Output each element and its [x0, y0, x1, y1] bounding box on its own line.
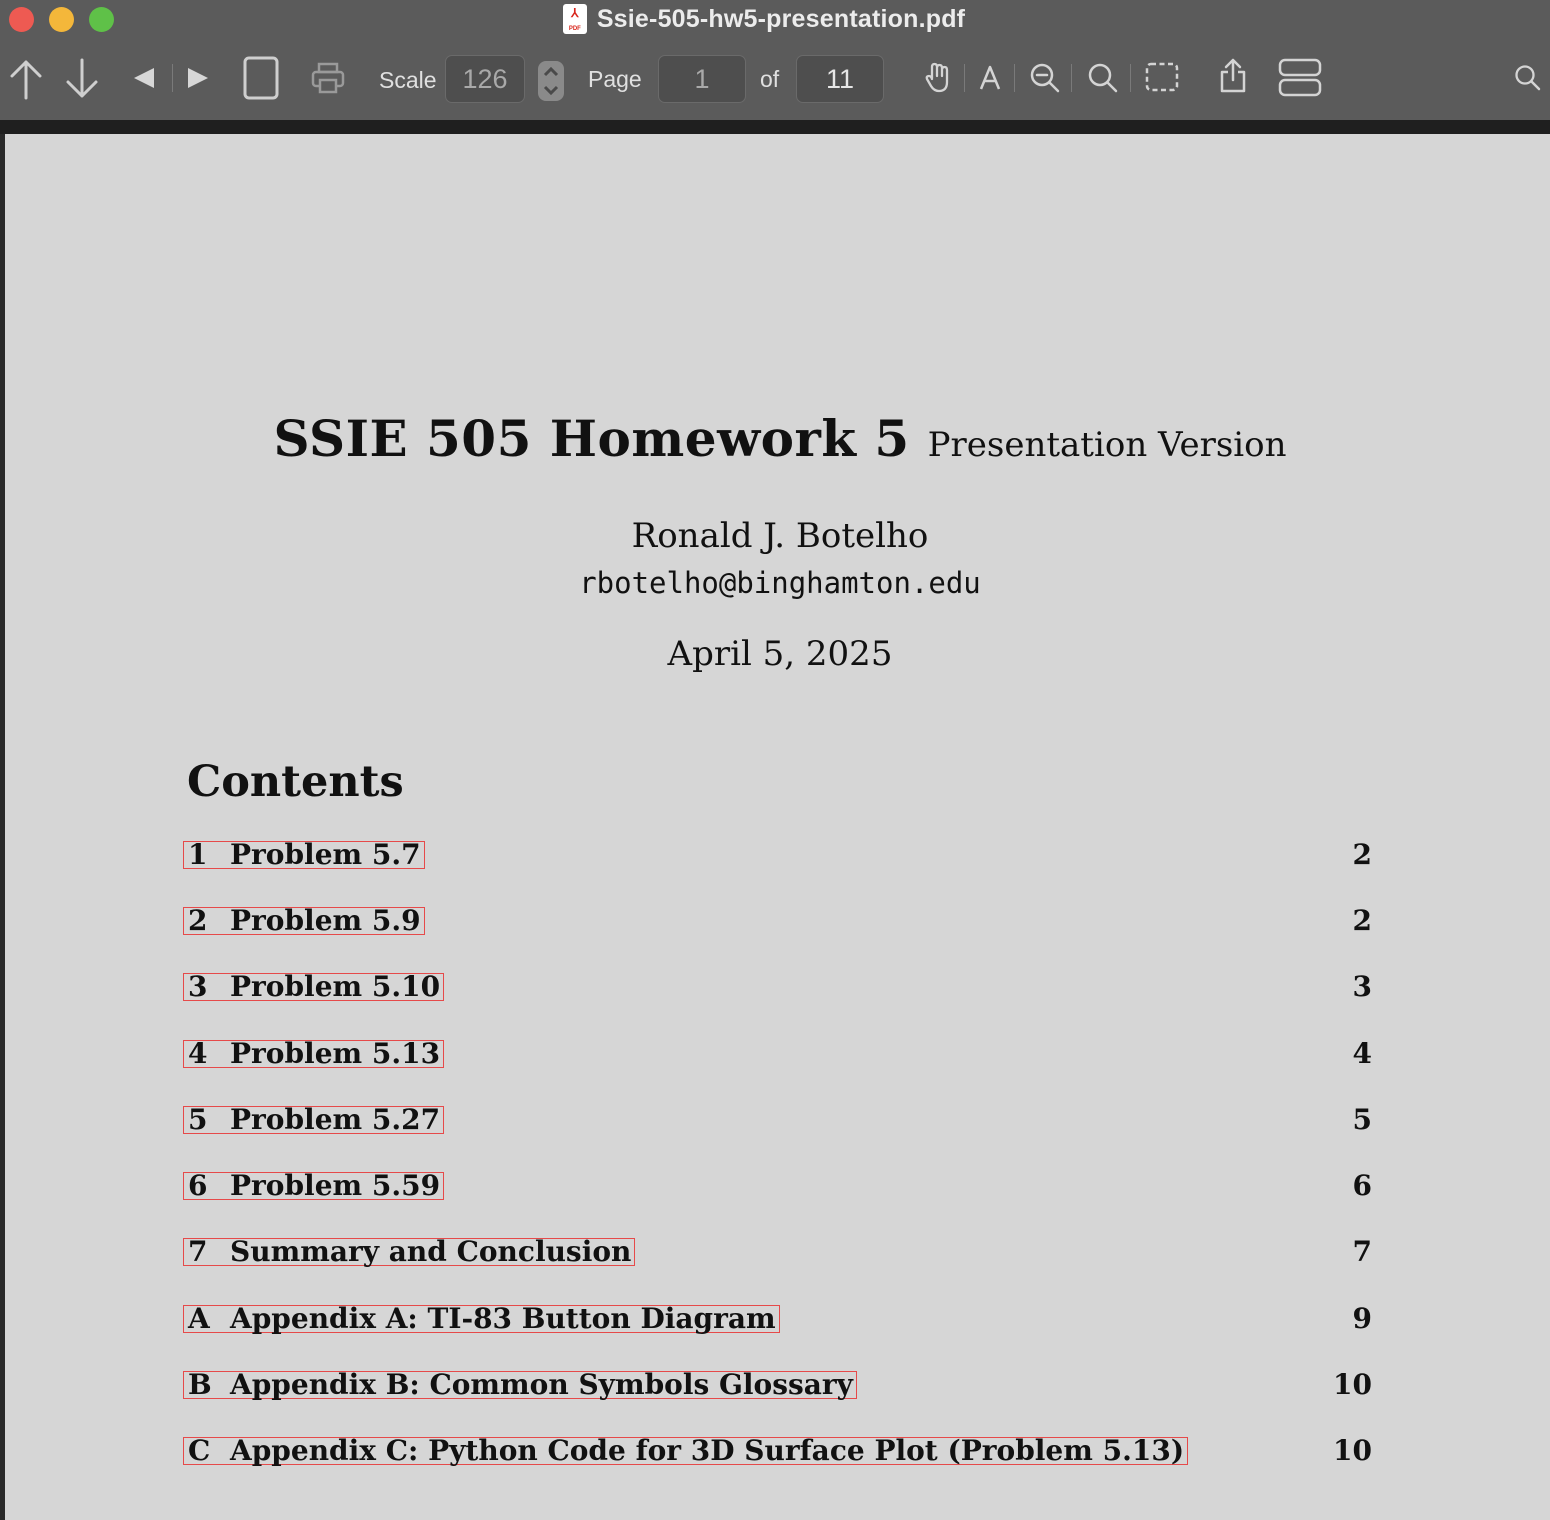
document-email: rbotelho@binghamton.edu	[579, 566, 981, 600]
pdf-file-icon: ⅄ PDF	[562, 4, 587, 34]
document-title: SSIE 505 Homework 5 Presentation Version	[5, 409, 1550, 468]
of-label: of	[760, 66, 780, 92]
share-icon[interactable]	[1218, 58, 1248, 94]
print-icon[interactable]	[311, 62, 345, 94]
document-author: Ronald J. Botelho	[631, 516, 929, 556]
toc-link[interactable]: 7 Summary and Conclusion	[183, 1238, 636, 1266]
toc-entry: 3 Problem 5.10 3	[5, 973, 1550, 1007]
toc-page-number: 2	[1352, 904, 1372, 937]
toolbar-divider	[0, 120, 1550, 134]
toc-entry: 2 Problem 5.9 2	[5, 907, 1550, 941]
pdf-page: SSIE 505 Homework 5 Presentation Version …	[5, 134, 1550, 1520]
page-label: Page	[588, 66, 642, 92]
toc-link[interactable]: 3 Problem 5.10	[183, 973, 445, 1001]
toc-page-number: 7	[1352, 1235, 1372, 1268]
toc-entry: C Appendix C: Python Code for 3D Surface …	[5, 1437, 1550, 1471]
toc-page-number: 6	[1352, 1169, 1372, 1202]
window-title: Ssie-505-hw5-presentation.pdf	[596, 4, 966, 33]
single-page-view-icon[interactable]	[243, 56, 279, 100]
toc-page-number: 10	[1333, 1434, 1372, 1467]
toc-link[interactable]: 6 Problem 5.59	[183, 1172, 445, 1200]
toc-entry: B Appendix B: Common Symbols Glossary 10	[5, 1371, 1550, 1405]
toc-page-number: 5	[1352, 1103, 1372, 1136]
toc-entry: 4 Problem 5.13 4	[5, 1040, 1550, 1074]
toc-link[interactable]: C Appendix C: Python Code for 3D Surface …	[183, 1437, 1189, 1465]
arrow-up-icon[interactable]	[8, 58, 44, 100]
scale-input[interactable]: 126	[445, 55, 525, 103]
toc-entry: 1 Problem 5.7 2	[5, 841, 1550, 875]
text-select-icon[interactable]	[978, 64, 1002, 92]
window-title-area: ⅄ PDF Ssie-505-hw5-presentation.pdf	[0, 3, 1550, 35]
toc-entry: 6 Problem 5.59 6	[5, 1172, 1550, 1206]
hand-tool-icon[interactable]	[924, 62, 952, 94]
toc-link[interactable]: 1 Problem 5.7	[183, 841, 425, 869]
zoom-out-icon[interactable]	[1029, 62, 1061, 94]
toc-page-number: 2	[1352, 838, 1372, 871]
document-date: April 5, 2025	[667, 634, 893, 674]
scale-label: Scale	[379, 67, 437, 93]
toc-entry: A Appendix A: TI-83 Button Diagram 9	[5, 1305, 1550, 1339]
toc-link[interactable]: A Appendix A: TI-83 Button Diagram	[183, 1305, 780, 1333]
zoom-in-icon[interactable]	[1087, 62, 1119, 94]
page-total: 11	[796, 55, 884, 103]
marquee-select-icon[interactable]	[1145, 62, 1179, 92]
continuous-scroll-icon[interactable]	[1278, 58, 1322, 98]
toc-page-number: 4	[1352, 1037, 1372, 1070]
toc-page-number: 3	[1352, 970, 1372, 1003]
title-bar: ⅄ PDF Ssie-505-hw5-presentation.pdf Scal…	[0, 0, 1550, 120]
toc-link[interactable]: 2 Problem 5.9	[183, 907, 425, 935]
toc-link[interactable]: B Appendix B: Common Symbols Glossary	[183, 1371, 857, 1399]
scale-stepper[interactable]	[537, 60, 565, 102]
toc-link[interactable]: 5 Problem 5.27	[183, 1106, 445, 1134]
page-number-input[interactable]: 1	[658, 55, 746, 103]
toc-link[interactable]: 4 Problem 5.13	[183, 1040, 445, 1068]
contents-heading: Contents	[187, 757, 404, 807]
arrow-down-icon[interactable]	[64, 58, 100, 100]
previous-page-icon[interactable]	[132, 66, 156, 90]
toc-entry: 5 Problem 5.27 5	[5, 1106, 1550, 1140]
next-page-icon[interactable]	[186, 66, 210, 90]
document-subtitle: Presentation Version	[927, 425, 1287, 465]
toc-page-number: 9	[1352, 1302, 1372, 1335]
search-icon[interactable]	[1514, 64, 1542, 92]
toc-entry: 7 Summary and Conclusion 7	[5, 1238, 1550, 1272]
toc-page-number: 10	[1333, 1368, 1372, 1401]
document-title-main: SSIE 505 Homework 5	[273, 409, 910, 468]
